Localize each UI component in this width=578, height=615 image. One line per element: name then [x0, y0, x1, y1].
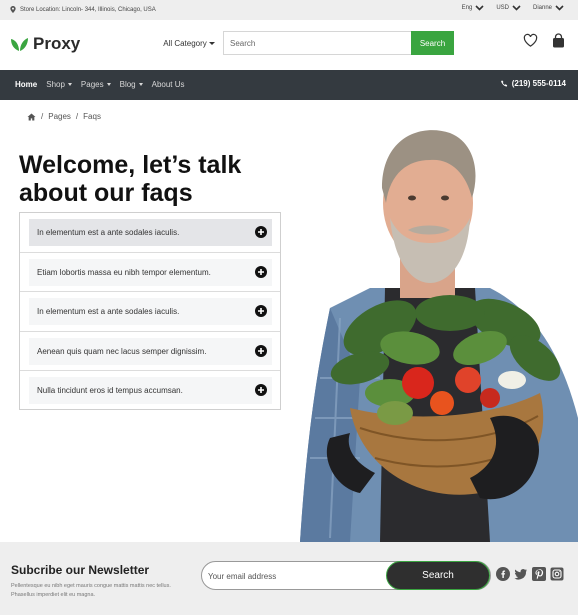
main-nav: Home Shop Pages Blog About Us (219) 555-…	[0, 70, 578, 100]
newsletter-form: Search	[201, 561, 491, 590]
nav-item-pages[interactable]: Pages	[81, 80, 111, 89]
social-links	[496, 567, 564, 581]
nav-label-blog: Blog	[119, 80, 136, 89]
plus-circle-icon[interactable]	[255, 305, 267, 317]
top-bar: Store Location: Lincoln- 344, Illinois, …	[0, 0, 578, 20]
search-button[interactable]: Search	[411, 31, 454, 55]
faq-item[interactable]: Aenean quis quam nec lacus semper dignis…	[20, 332, 280, 371]
category-select[interactable]: All Category	[155, 31, 223, 55]
page-title: Welcome, let’s talk about our faqs	[19, 151, 299, 207]
phone-contact[interactable]: (219) 555-0114	[500, 79, 566, 88]
faq-item[interactable]: In elementum est a ante sodales iaculis.	[20, 292, 280, 332]
caret-down-icon	[208, 41, 215, 45]
farmer-photo	[300, 130, 578, 542]
search-bar: All Category Search	[155, 31, 454, 55]
caret-down-icon	[67, 83, 72, 86]
breadcrumb-separator: /	[75, 112, 79, 121]
chevron-down-icon	[555, 5, 564, 11]
page-title-line1: Welcome, let’s talk	[19, 151, 242, 179]
twitter-icon[interactable]	[514, 567, 528, 581]
faq-question: Aenean quis quam nec lacus semper dignis…	[29, 337, 272, 365]
user-label: Dianne	[532, 5, 552, 11]
nav-item-blog[interactable]: Blog	[120, 80, 143, 89]
heart-icon[interactable]	[523, 33, 538, 48]
faq-question: In elementum est a ante sodales iaculis.	[29, 219, 272, 246]
nav-label-about: About Us	[151, 80, 185, 89]
breadcrumb-item-faqs: Faqs	[83, 112, 101, 121]
currency-label: USD	[496, 5, 509, 11]
language-select[interactable]: Eng	[462, 5, 485, 11]
store-location: Store Location: Lincoln- 344, Illinois, …	[10, 6, 156, 13]
plus-circle-icon[interactable]	[255, 226, 267, 238]
caret-down-icon	[138, 83, 143, 86]
pinterest-icon[interactable]	[532, 567, 546, 581]
newsletter-description: Pellentesque eu nibh eget mauris congue …	[11, 583, 171, 598]
category-label: All Category	[163, 38, 207, 48]
shopping-bag-icon[interactable]	[551, 33, 566, 48]
nav-item-home[interactable]: Home	[15, 80, 37, 89]
chevron-down-icon	[475, 5, 484, 11]
page-title-line2: about our faqs	[19, 179, 193, 207]
nav-label-shop: Shop	[46, 80, 65, 89]
caret-down-icon	[106, 83, 111, 86]
currency-select[interactable]: USD	[496, 5, 521, 11]
nav-label-pages: Pages	[80, 80, 104, 89]
phone-icon	[500, 80, 507, 87]
plus-circle-icon[interactable]	[255, 265, 267, 278]
breadcrumb-separator: /	[41, 112, 44, 121]
leaf-logo-icon	[11, 38, 28, 51]
faq-question: In elementum est a ante sodales iaculis.	[29, 298, 272, 325]
newsletter-section: Subcribe our Newsletter Pellentesque eu …	[0, 542, 578, 615]
newsletter-title: Subcribe our Newsletter	[11, 563, 150, 577]
faq-item[interactable]: Etiam lobortis massa eu nibh tempor elem…	[20, 253, 280, 292]
chevron-down-icon	[512, 5, 521, 11]
newsletter-submit-button[interactable]: Search	[386, 561, 490, 590]
breadcrumb: / Pages / Faqs	[27, 112, 101, 121]
nav-item-about[interactable]: About Us	[152, 80, 185, 89]
faq-question: Etiam lobortis massa eu nibh tempor elem…	[29, 258, 272, 286]
instagram-icon[interactable]	[550, 567, 564, 581]
search-input[interactable]	[223, 31, 411, 55]
plus-circle-icon[interactable]	[255, 344, 267, 357]
logo[interactable]: Proxy	[10, 34, 80, 54]
faq-item[interactable]: In elementum est a ante sodales iaculis.	[20, 213, 280, 253]
home-icon[interactable]	[27, 112, 36, 121]
breadcrumb-item-pages[interactable]: Pages	[48, 112, 71, 121]
brand-name: Proxy	[33, 34, 81, 53]
faq-question: Nulla tincidunt eros id tempus accumsan.	[29, 377, 272, 404]
header: Proxy All Category Search	[0, 20, 578, 70]
facebook-icon[interactable]	[496, 567, 510, 581]
plus-circle-icon[interactable]	[255, 384, 267, 396]
nav-label-home: Home	[15, 80, 38, 89]
nav-item-shop[interactable]: Shop	[46, 80, 72, 89]
store-location-text: Store Location: Lincoln- 344, Illinois, …	[20, 6, 156, 13]
phone-number: (219) 555-0114	[511, 79, 566, 88]
faq-item[interactable]: Nulla tincidunt eros id tempus accumsan.	[20, 371, 280, 411]
email-input[interactable]	[208, 568, 378, 584]
faq-accordion: In elementum est a ante sodales iaculis.…	[19, 212, 281, 410]
user-menu[interactable]: Dianne	[533, 5, 564, 11]
map-pin-icon	[10, 6, 16, 13]
language-label: Eng	[461, 5, 473, 11]
